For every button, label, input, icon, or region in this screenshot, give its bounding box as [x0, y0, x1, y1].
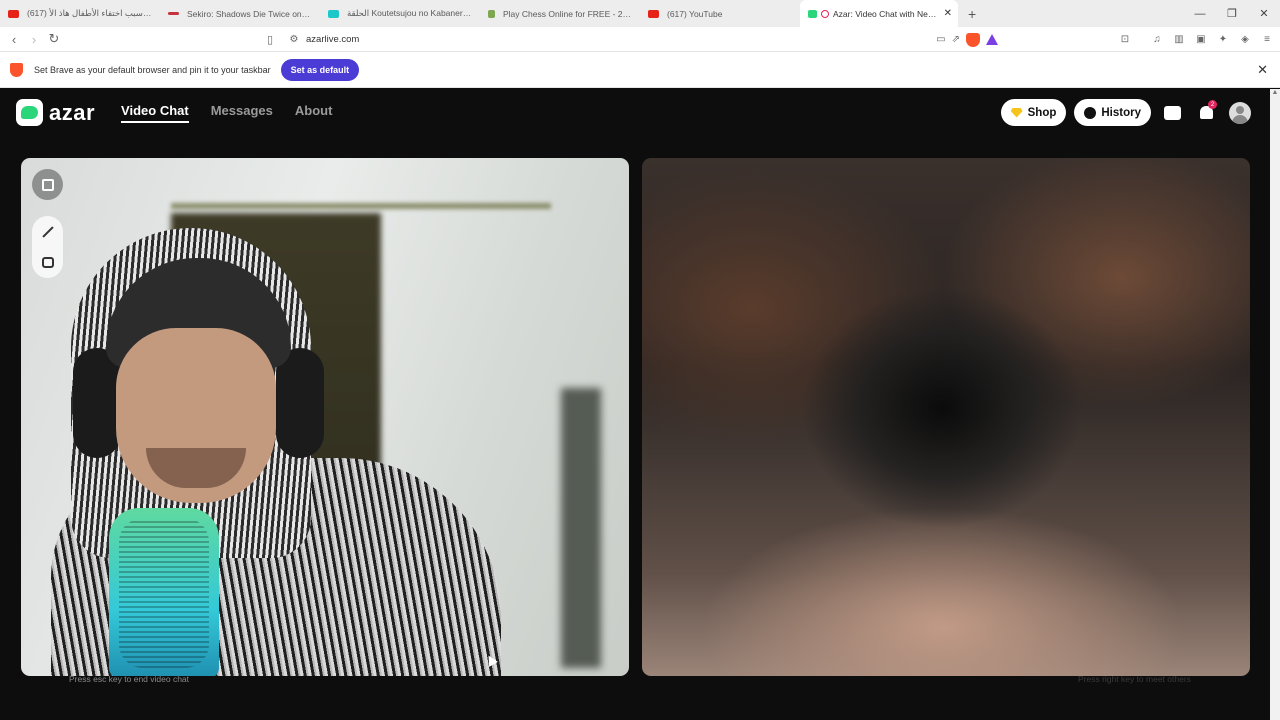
tab-title: Play Chess Online for FREE - 2 Player [503, 8, 632, 19]
self-video-panel [21, 158, 629, 676]
site-settings-icon[interactable]: ⚙ [284, 34, 304, 45]
youtube-icon [8, 9, 19, 18]
close-infobar-icon[interactable]: ✕ [1257, 62, 1268, 78]
tab-title: Azar: Video Chat with New Fr [833, 8, 937, 19]
browser-tab-5[interactable]: (617) YouTube [640, 0, 800, 27]
video-effects-toolbar [32, 216, 63, 278]
browser-tab-active[interactable]: Azar: Video Chat with New Fr ✕ [800, 0, 958, 27]
azar-logo[interactable]: azar [16, 99, 95, 126]
magic-wand-button[interactable] [32, 216, 63, 247]
new-tab-button[interactable]: + [968, 6, 976, 22]
avatar [1229, 101, 1251, 124]
scroll-up-icon[interactable]: ▲ [1270, 89, 1280, 96]
cast-icon[interactable]: ▭ [936, 34, 945, 45]
close-window-icon[interactable]: ✕ [1248, 7, 1280, 20]
menu-icon[interactable]: ≡ [1260, 34, 1274, 45]
shop-button[interactable]: Shop [1000, 99, 1067, 126]
app-header: azar Video Chat Messages About Shop Hist… [0, 89, 1270, 136]
next-partner-hint: Press right key to meet others [1078, 674, 1191, 684]
window-controls: — ❐ ✕ [1184, 0, 1280, 27]
mask-button[interactable] [32, 247, 63, 278]
nav-about[interactable]: About [295, 103, 333, 123]
inbox-button[interactable] [1159, 99, 1185, 126]
main-nav: Video Chat Messages About [121, 103, 332, 123]
back-icon[interactable]: ‹ [4, 32, 24, 47]
expand-icon [41, 178, 54, 191]
forward-icon[interactable]: › [24, 32, 44, 47]
vpn-icon[interactable]: ◈ [1238, 34, 1252, 45]
end-chat-hint: Press esc key to end video chat [69, 674, 190, 684]
browser-tab-bar: (617) شنو سبب اختفاء الأطفال هاذ الأ Sek… [0, 0, 1280, 27]
shop-label: Shop [1027, 106, 1057, 119]
gem-icon [1010, 107, 1023, 118]
brave-shields-icon[interactable] [966, 32, 980, 47]
azar-app: azar Video Chat Messages About Shop Hist… [0, 89, 1270, 720]
profile-button[interactable] [1227, 99, 1253, 126]
media-icon[interactable]: ♫ [1150, 34, 1164, 45]
leo-icon[interactable]: ✦ [1216, 34, 1230, 45]
sidebar-icon[interactable]: ▥ [1172, 34, 1186, 45]
site-icon [168, 12, 179, 15]
close-tab-icon[interactable]: ✕ [944, 8, 952, 19]
self-camera-feed [51, 228, 511, 676]
tab-title: (617) شنو سبب اختفاء الأطفال هاذ الأ [27, 8, 152, 18]
tab-title: (617) YouTube [667, 8, 723, 19]
toolbar-icons: ⊡ ♫ ▥ ▣ ✦ ◈ ≡ [1118, 34, 1274, 45]
magic-wand-icon [41, 225, 54, 238]
history-label: History [1101, 106, 1141, 119]
share-icon[interactable]: ⇗ [952, 34, 960, 45]
clock-icon [1084, 106, 1097, 119]
smile-icon [41, 257, 54, 268]
address-bar: ‹ › ↻ ▯ ⚙ azarlive.com ▭ ⇗ ⊡ ♫ ▥ ▣ ✦ ◈ ≡ [0, 27, 1280, 52]
nav-video-chat[interactable]: Video Chat [121, 103, 189, 123]
tab-title: الحلقة Koutetsujou no Kabaneri انمي [347, 8, 472, 18]
browser-tab-1[interactable]: (617) شنو سبب اختفاء الأطفال هاذ الأ [0, 0, 160, 27]
url-field[interactable]: ▯ ⚙ azarlive.com ▭ ⇗ [256, 29, 998, 50]
notification-badge: 2 [1208, 100, 1217, 109]
restore-icon[interactable]: ❐ [1216, 7, 1248, 20]
browser-tab-3[interactable]: الحلقة Koutetsujou no Kabaneri انمي [320, 0, 480, 27]
browser-tab-2[interactable]: Sekiro: Shadows Die Twice on VPesp [160, 0, 320, 27]
page-scrollbar[interactable]: ▲ [1270, 89, 1280, 720]
partner-video-panel [642, 158, 1250, 676]
inbox-icon [1163, 105, 1181, 120]
brave-rewards-icon[interactable] [986, 34, 998, 45]
azar-logo-icon [16, 99, 43, 126]
history-button[interactable]: History [1074, 99, 1151, 126]
url-text[interactable]: azarlive.com [306, 34, 359, 45]
youtube-icon [648, 9, 659, 18]
expand-video-button[interactable] [32, 169, 63, 200]
logo-text: azar [49, 99, 96, 125]
tab-title: Sekiro: Shadows Die Twice on VPesp [187, 8, 312, 19]
url-actions: ▭ ⇗ [936, 32, 998, 47]
default-browser-infobar: Set Brave as your default browser and pi… [0, 52, 1280, 88]
wallet-icon[interactable]: ▣ [1194, 34, 1208, 45]
set-as-default-button[interactable]: Set as default [280, 58, 360, 81]
recording-icon [821, 9, 829, 18]
minimize-icon[interactable]: — [1184, 8, 1216, 20]
brave-logo-icon [10, 62, 23, 77]
screenshot-icon[interactable]: ⊡ [1118, 34, 1132, 45]
nav-messages[interactable]: Messages [211, 103, 273, 123]
bookmark-icon[interactable]: ▯ [256, 33, 284, 46]
chess-pawn-icon [488, 9, 495, 18]
notifications-button[interactable]: 2 [1193, 99, 1219, 126]
site-icon [328, 9, 339, 18]
infobar-message: Set Brave as your default browser and pi… [34, 64, 271, 75]
reload-icon[interactable]: ↻ [44, 31, 64, 47]
azar-icon [808, 9, 817, 18]
browser-tab-4[interactable]: Play Chess Online for FREE - 2 Player [480, 0, 640, 27]
header-actions: Shop History 2 [1000, 99, 1253, 126]
